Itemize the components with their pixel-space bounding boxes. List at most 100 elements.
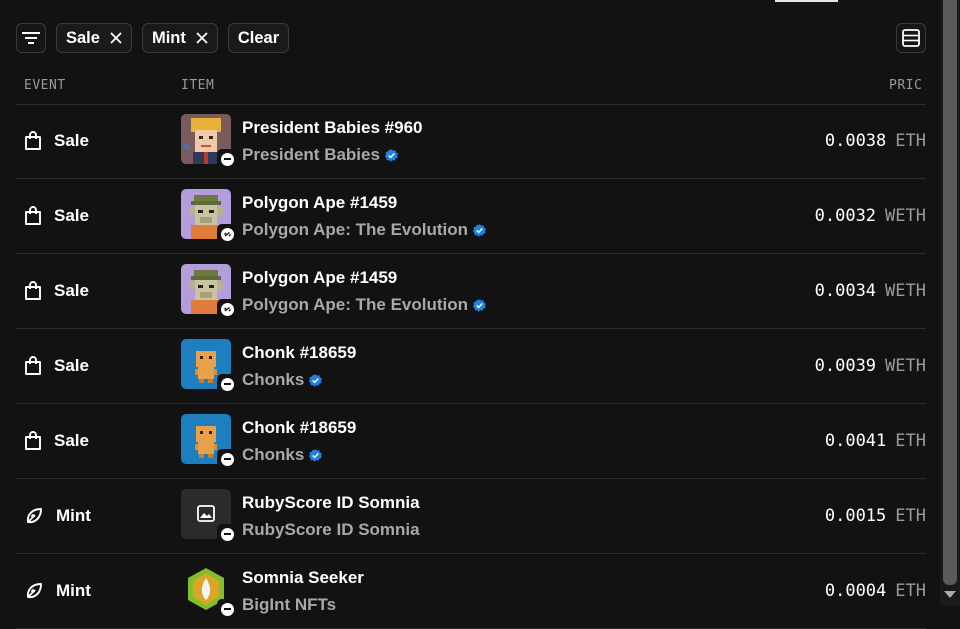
collection-name: President Babies	[242, 145, 380, 164]
scroll-down-arrow-icon[interactable]	[944, 591, 956, 598]
scrollbar-thumb[interactable]	[943, 0, 957, 585]
price-currency: WETH	[885, 356, 926, 376]
price-cell: 0.0039 WETH	[16, 329, 926, 403]
collection-name: Polygon Ape: The Evolution	[242, 220, 469, 239]
verified-badge-icon	[473, 223, 487, 237]
shopping-bag-icon	[24, 281, 42, 301]
item-name-link[interactable]: RubyScore ID Somnia	[242, 493, 420, 513]
price-currency: ETH	[895, 581, 926, 601]
filter-chip-label: Sale	[66, 28, 100, 47]
price-currency: ETH	[895, 431, 926, 451]
chain-dash-icon	[217, 449, 237, 469]
link-icon	[217, 224, 237, 244]
shopping-bag-icon	[24, 356, 42, 376]
collection-name: BigInt NFTs	[242, 595, 337, 614]
active-tab-indicator	[775, 0, 838, 2]
collection-link[interactable]: President Babies	[242, 145, 398, 165]
collection-link[interactable]: RubyScore ID Somnia	[242, 520, 420, 540]
item-name-link[interactable]: Chonk #18659	[242, 343, 356, 363]
close-icon[interactable]	[110, 32, 122, 44]
event-label: Sale	[54, 131, 89, 150]
filter-chip-label: Mint	[151, 28, 186, 47]
price-cell: 0.0038 ETH	[16, 104, 926, 178]
collection-name: RubyScore ID Somnia	[242, 520, 420, 539]
item-name-link[interactable]: Polygon Ape #1459	[242, 193, 397, 213]
price-value[interactable]: 0.0038	[825, 131, 886, 151]
filter-chip-mint[interactable]: Mint	[141, 23, 218, 53]
price-cell: 0.0032 WETH	[16, 179, 926, 253]
mint-leaf-icon	[24, 506, 44, 526]
filter-icon	[22, 32, 40, 44]
price-value[interactable]: 0.0032	[815, 206, 876, 226]
price-value[interactable]: 0.0015	[825, 506, 886, 526]
price-cell: 0.0034 WETH	[16, 254, 926, 328]
event-cell: Sale	[24, 254, 89, 328]
item-name-link[interactable]: Polygon Ape #1459	[242, 268, 397, 288]
price-cell: 0.0004 ETH	[16, 554, 926, 628]
table-row[interactable]: Sale Polygon Ape #1459 Polygon Ape: The Ev…	[16, 254, 926, 329]
table-row[interactable]: Mint Somnia Seeker BigInt NFTs 0.0004 ETH	[16, 554, 926, 629]
shopping-bag-icon	[24, 131, 42, 151]
price-value[interactable]: 0.0041	[825, 431, 886, 451]
price-value[interactable]: 0.0039	[815, 356, 876, 376]
event-label: Mint	[56, 581, 91, 600]
list-view-icon	[902, 29, 920, 47]
table-row[interactable]: Mint RubyScore ID Somnia RubyScore ID Somn…	[16, 479, 926, 554]
event-label: Sale	[54, 356, 89, 375]
event-label: Mint	[56, 506, 91, 525]
verified-badge-icon	[309, 373, 323, 387]
activity-table: Sale President Babies #960 President Babie…	[16, 104, 926, 629]
event-label: Sale	[54, 281, 89, 300]
price-currency: ETH	[895, 131, 926, 151]
collection-link[interactable]: Chonks	[242, 370, 323, 390]
verified-badge-icon	[384, 148, 398, 162]
event-cell: Sale	[24, 179, 89, 253]
column-header-price[interactable]: PRIC	[889, 78, 922, 93]
table-row[interactable]: Sale Chonk #18659 Chonks 0.0039 WETH	[16, 329, 926, 404]
verified-badge-icon	[309, 448, 323, 462]
event-cell: Sale	[24, 104, 89, 178]
event-label: Sale	[54, 206, 89, 225]
link-icon	[217, 299, 237, 319]
clear-filters-button[interactable]: Clear	[227, 23, 290, 53]
collection-name: Chonks	[242, 445, 305, 464]
price-value[interactable]: 0.0034	[815, 281, 876, 301]
close-icon[interactable]	[196, 32, 208, 44]
event-cell: Mint	[24, 479, 91, 553]
table-row[interactable]: Sale Chonk #18659 Chonks 0.0041 ETH	[16, 404, 926, 479]
collection-link[interactable]: Chonks	[242, 445, 323, 465]
filter-button[interactable]	[16, 23, 46, 53]
event-label: Sale	[54, 431, 89, 450]
table-row[interactable]: Sale Polygon Ape #1459 Polygon Ape: The Ev…	[16, 179, 926, 254]
event-cell: Sale	[24, 404, 89, 478]
chain-dash-icon	[217, 149, 237, 169]
chain-dash-icon	[217, 599, 237, 619]
collection-link[interactable]: Polygon Ape: The Evolution	[242, 295, 487, 315]
price-value[interactable]: 0.0004	[825, 581, 886, 601]
collection-link[interactable]: BigInt NFTs	[242, 595, 336, 615]
shopping-bag-icon	[24, 431, 42, 451]
column-header-event: EVENT	[24, 78, 66, 93]
price-cell: 0.0015 ETH	[16, 479, 926, 553]
verified-badge-icon	[473, 298, 487, 312]
filter-chip-sale[interactable]: Sale	[56, 23, 132, 53]
collection-name: Polygon Ape: The Evolution	[242, 295, 469, 314]
chain-dash-icon	[217, 374, 237, 394]
event-cell: Mint	[24, 554, 91, 628]
item-name-link[interactable]: President Babies #960	[242, 118, 422, 138]
item-name-link[interactable]: Somnia Seeker	[242, 568, 364, 588]
price-currency: WETH	[885, 281, 926, 301]
collection-link[interactable]: Polygon Ape: The Evolution	[242, 220, 487, 240]
item-name-link[interactable]: Chonk #18659	[242, 418, 356, 438]
shopping-bag-icon	[24, 206, 42, 226]
collection-name: Chonks	[242, 370, 305, 389]
view-toggle-button[interactable]	[896, 23, 926, 53]
price-cell: 0.0041 ETH	[16, 404, 926, 478]
column-header-item: ITEM	[181, 78, 215, 93]
filter-bar: Sale Mint Clear	[16, 23, 290, 53]
mint-leaf-icon	[24, 581, 44, 601]
price-currency: WETH	[885, 206, 926, 226]
chain-dash-icon	[217, 524, 237, 544]
table-row[interactable]: Sale President Babies #960 President Babie…	[16, 104, 926, 179]
price-currency: ETH	[895, 506, 926, 526]
